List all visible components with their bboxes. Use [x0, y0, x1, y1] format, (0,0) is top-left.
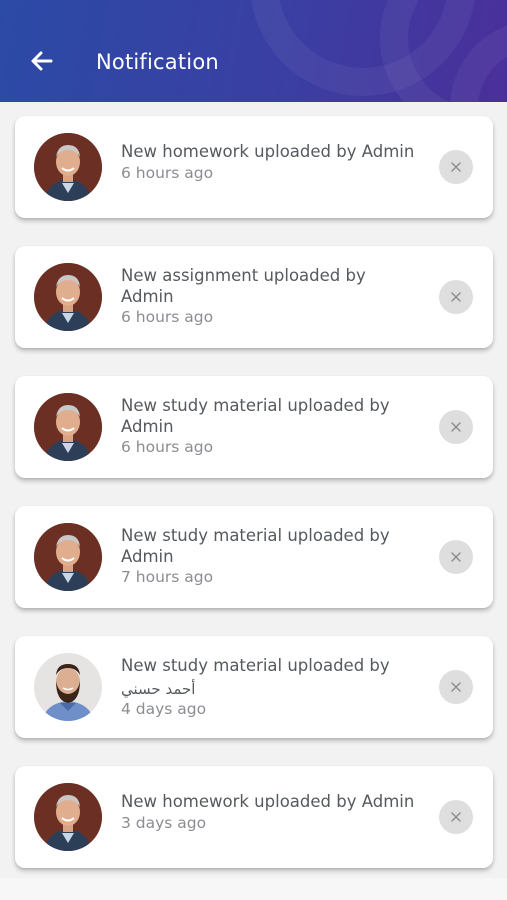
close-icon — [451, 552, 461, 562]
notification-card[interactable]: New study material uploaded by Admin 7 h… — [15, 506, 493, 608]
notification-text: New study material uploaded by — [121, 396, 390, 415]
notification-time: 6 hours ago — [121, 308, 214, 326]
dismiss-button[interactable] — [439, 280, 473, 314]
older-man-avatar — [34, 263, 102, 331]
arrow-left-icon — [31, 51, 53, 71]
notification-time: 3 days ago — [121, 813, 207, 832]
dismiss-button[interactable] — [439, 150, 473, 184]
close-icon — [451, 292, 461, 302]
notification-time: 4 days ago — [121, 700, 207, 718]
bottom-bar — [0, 878, 507, 900]
notification-message: New homework uploaded by Admin 3 days ag… — [121, 792, 426, 833]
notification-card[interactable]: New study material uploaded by أحمد حسني… — [15, 636, 493, 738]
notification-text-author: Admin — [121, 416, 174, 436]
app-header: Notification — [0, 0, 507, 102]
notification-message: New study material uploaded by أحمد حسني… — [121, 656, 426, 719]
notification-text: New study material uploaded by — [121, 656, 390, 675]
older-man-avatar — [34, 523, 102, 591]
older-man-avatar — [34, 133, 102, 201]
close-icon — [451, 422, 461, 432]
dismiss-button[interactable] — [439, 540, 473, 574]
older-man-avatar — [34, 393, 102, 461]
notification-text: New study material uploaded by — [121, 526, 390, 545]
notification-card[interactable]: New homework uploaded by Admin 6 hours a… — [15, 116, 493, 218]
notification-time: 6 hours ago — [121, 163, 214, 182]
notification-card[interactable]: New study material uploaded by Admin 6 h… — [15, 376, 493, 478]
notification-text: New homework uploaded by Admin — [121, 142, 415, 161]
notification-message: New homework uploaded by Admin 6 hours a… — [121, 142, 426, 183]
notification-card[interactable]: New homework uploaded by Admin 3 days ag… — [15, 766, 493, 868]
notification-text-author: Admin — [121, 546, 174, 566]
notification-message: New study material uploaded by Admin 6 h… — [121, 396, 426, 457]
notification-message: New assignment uploaded by Admin 6 hours… — [121, 266, 426, 327]
notification-card[interactable]: New assignment uploaded by Admin 6 hours… — [15, 246, 493, 348]
close-icon — [451, 812, 461, 822]
notification-text: New homework uploaded by Admin — [121, 792, 415, 811]
notification-text-author: أحمد حسني — [121, 679, 196, 698]
bearded-man-avatar — [34, 653, 102, 721]
notification-time: 7 hours ago — [121, 568, 214, 586]
page-title: Notification — [96, 50, 219, 74]
dismiss-button[interactable] — [439, 670, 473, 704]
back-button[interactable] — [26, 45, 58, 77]
notification-text-author: Admin — [121, 286, 174, 306]
notification-text: New assignment uploaded by — [121, 266, 366, 285]
dismiss-button[interactable] — [439, 410, 473, 444]
older-man-avatar — [34, 783, 102, 851]
notification-time: 6 hours ago — [121, 438, 214, 456]
close-icon — [451, 682, 461, 692]
notification-message: New study material uploaded by Admin 7 h… — [121, 526, 426, 587]
close-icon — [451, 162, 461, 172]
dismiss-button[interactable] — [439, 800, 473, 834]
